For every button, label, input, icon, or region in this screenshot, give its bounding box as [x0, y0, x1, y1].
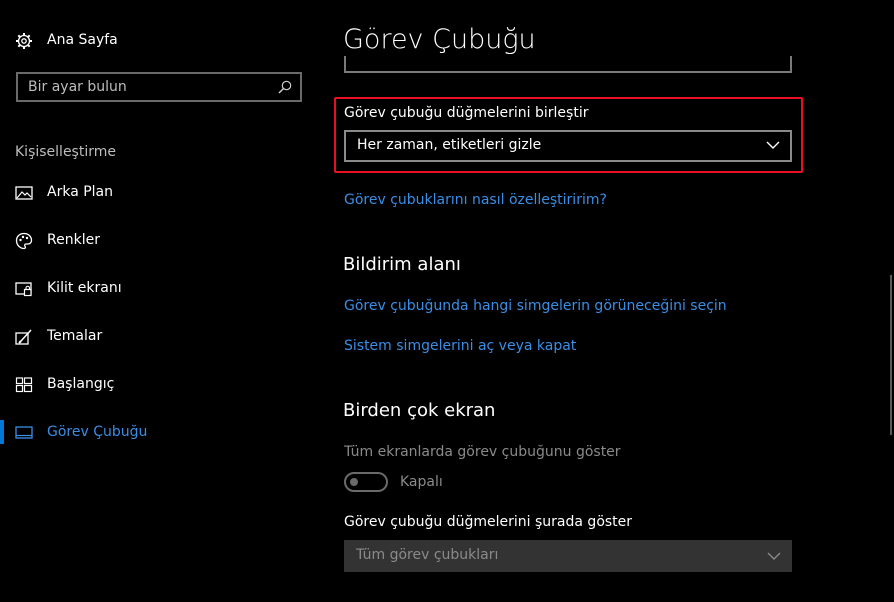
- page-title: Görev Çubuğu: [343, 24, 536, 55]
- palette-icon: [15, 232, 33, 250]
- previous-dropdown-edge[interactable]: [344, 56, 792, 73]
- show-buttons-on-dropdown[interactable]: Tüm görev çubukları: [344, 540, 792, 572]
- picture-icon: [15, 186, 33, 200]
- sidebar-item-label: Kilit ekranı: [47, 280, 122, 296]
- combine-buttons-value: Her zaman, etiketleri gizle: [357, 137, 542, 153]
- system-icons-link[interactable]: Sistem simgelerini aç veya kapat: [344, 338, 576, 354]
- scrollbar-thumb[interactable]: [890, 275, 892, 435]
- sidebar-item-label: Renkler: [47, 232, 100, 248]
- settings-search-box: [16, 72, 302, 102]
- notification-area-title: Bildirim alanı: [343, 254, 461, 275]
- sidebar-section-title: Kişiselleştirme: [15, 144, 116, 160]
- start-icon: [15, 377, 33, 393]
- show-on-all-displays-label: Tüm ekranlarda görev çubuğunu göster: [344, 444, 621, 460]
- chevron-down-icon: [767, 552, 781, 560]
- home-label: Ana Sayfa: [47, 32, 118, 48]
- combine-buttons-dropdown[interactable]: Her zaman, etiketleri gizle: [344, 130, 792, 162]
- gear-icon: [16, 33, 32, 49]
- toggle-state-label: Kapalı: [400, 474, 443, 490]
- lock-screen-icon: [15, 282, 32, 297]
- selection-indicator: [0, 420, 4, 444]
- sidebar-item-label: Başlangıç: [47, 376, 115, 392]
- sidebar-item-label: Görev Çubuğu: [47, 424, 148, 440]
- customize-taskbar-link[interactable]: Görev çubuklarını nasıl özelleştiririm?: [344, 192, 607, 208]
- multiple-displays-title: Birden çok ekran: [343, 400, 496, 421]
- search-icon[interactable]: [278, 80, 292, 94]
- taskbar-icon: [15, 426, 33, 439]
- sidebar-item-label: Arka Plan: [47, 184, 114, 200]
- themes-icon: [15, 329, 32, 345]
- combine-buttons-label: Görev çubuğu düğmelerini birleştir: [344, 105, 589, 121]
- show-buttons-on-label: Görev çubuğu düğmelerini şurada göster: [344, 514, 633, 530]
- select-icons-link[interactable]: Görev çubuğunda hangi simgelerin görünec…: [344, 298, 727, 314]
- show-buttons-on-value: Tüm görev çubukları: [356, 547, 499, 563]
- show-on-all-displays-toggle[interactable]: [344, 472, 388, 492]
- search-input[interactable]: [28, 74, 268, 100]
- toggle-knob: [350, 478, 358, 486]
- chevron-down-icon: [766, 141, 780, 149]
- sidebar-item-label: Temalar: [47, 328, 103, 344]
